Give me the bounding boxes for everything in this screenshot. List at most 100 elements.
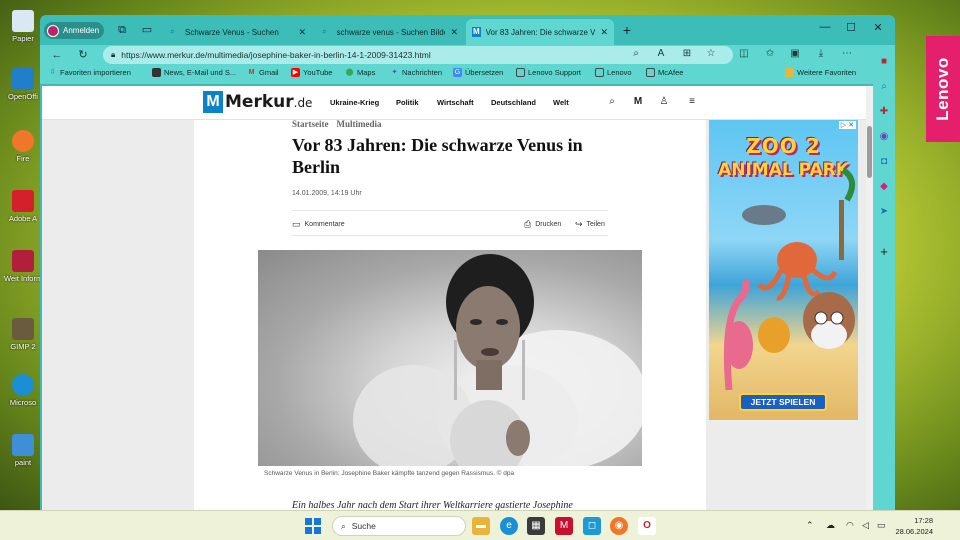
page-scrollbar[interactable] <box>866 86 873 510</box>
refresh-icon[interactable]: ↻ <box>76 48 90 62</box>
desktop-icon-microsoft-edge[interactable]: Microso <box>4 374 42 407</box>
store-icon[interactable]: ▦ <box>527 517 545 535</box>
desktop-icon-adobe[interactable]: Adobe A <box>4 190 42 223</box>
sidebar-send-icon[interactable]: ➤ <box>877 205 891 219</box>
tray-network-app-icon[interactable]: ☁ <box>826 520 835 531</box>
sidebar-add-icon[interactable]: + <box>877 245 891 259</box>
tab-merkur-article[interactable]: M Vor 83 Jahren: Die schwarze Venus ✕ <box>466 19 614 45</box>
sidebar-tools-icon[interactable]: ✚ <box>877 105 891 119</box>
site-header: M Merkur.de Ukraine-Krieg Politik Wirtsc… <box>42 86 866 120</box>
menu-item-politik[interactable]: Politik <box>396 98 419 107</box>
workspaces-icon[interactable]: ⧉ <box>115 23 129 37</box>
bookmark-item[interactable]: G Übersetzen <box>453 68 503 77</box>
search-icon: ⌕ <box>170 27 175 36</box>
back-icon[interactable]: ← <box>50 48 64 62</box>
taskbar-search[interactable]: ⌕ Suche <box>332 516 466 536</box>
volume-icon[interactable]: ◁ <box>862 520 869 531</box>
user-icon[interactable]: ♙ <box>658 96 670 107</box>
edge-taskbar-icon[interactable]: e <box>500 517 518 535</box>
collections-icon[interactable]: ▣ <box>788 48 802 59</box>
favorites-icon[interactable]: ✩ <box>763 48 777 59</box>
desktop-icon-recycle-bin[interactable]: Papier <box>4 10 42 43</box>
clock[interactable]: 17:28 28.06.2024 <box>893 515 933 537</box>
ad-cta-button[interactable]: JETZT SPIELEN <box>739 393 827 411</box>
search-icon[interactable]: ⌕ <box>606 96 618 107</box>
new-tab-icon[interactable]: + <box>620 23 634 37</box>
sidebar-games-icon[interactable]: ◉ <box>877 130 891 144</box>
tab-search-1[interactable]: ⌕ Schwarze Venus - Suchen ✕ <box>164 19 312 45</box>
comments-button[interactable]: ▭ Kommentare <box>292 219 345 230</box>
apps-icon[interactable]: ⊞ <box>680 48 694 59</box>
read-aloud-icon[interactable]: A <box>654 48 668 59</box>
tray-chevron-icon[interactable]: ⌃ <box>806 520 814 531</box>
breadcrumb-startseite[interactable]: Startseite <box>292 119 328 129</box>
more-menu-icon[interactable]: ⋯ <box>840 48 854 59</box>
favorite-star-icon[interactable]: ☆ <box>704 48 718 59</box>
bookmark-item[interactable]: Lenovo <box>595 68 632 77</box>
menu-item-deutschland[interactable]: Deutschland <box>491 98 536 107</box>
printer-icon: ⎙ <box>524 219 532 229</box>
sidebar-m365-icon[interactable]: ◆ <box>877 180 891 194</box>
desktop-icon-info[interactable]: Weit Informatio <box>4 250 42 283</box>
file-explorer-icon[interactable]: ▬ <box>472 517 490 535</box>
bookmark-item[interactable]: ⬤ Maps <box>345 68 376 77</box>
address-bar: ← ↻ 🔒︎ https://www.merkur.de/multimedia/… <box>40 45 895 65</box>
bookmark-item[interactable]: M Gmail <box>247 68 279 77</box>
news-icon: ✦ <box>391 69 398 76</box>
comment-icon: ▭ <box>292 219 301 229</box>
bookmark-item[interactable]: McAfee <box>646 68 683 77</box>
desktop-icon-openoffice[interactable]: OpenOffi <box>4 68 42 101</box>
desktop-icon-firefox[interactable]: Fire <box>4 130 42 163</box>
share-button[interactable]: ↪ Teilen <box>575 219 605 230</box>
close-icon[interactable]: ✕ <box>600 27 608 38</box>
merkur-logo[interactable]: M Merkur.de <box>203 91 312 113</box>
close-icon[interactable]: ✕ <box>450 27 458 38</box>
sidebar-outlook-icon[interactable]: ◘ <box>877 155 891 169</box>
clock-time: 17:28 <box>914 516 933 525</box>
minimize-icon[interactable]: — <box>817 21 833 33</box>
url-text: https://www.merkur.de/multimedia/josephi… <box>121 50 431 60</box>
desktop-icon-paint[interactable]: paint <box>4 434 42 467</box>
battery-icon[interactable]: ▭ <box>877 520 886 531</box>
desktop-icon-gimp[interactable]: GIMP 2 <box>4 318 42 351</box>
mcafee-icon[interactable]: M <box>555 517 573 535</box>
windows-start-icon[interactable] <box>305 518 321 534</box>
bookmark-item[interactable]: Lenovo Support <box>516 68 581 77</box>
scrollbar-thumb[interactable] <box>867 126 872 178</box>
breadcrumb-multimedia[interactable]: Multimedia <box>336 119 381 129</box>
close-window-icon[interactable]: ✕ <box>870 21 886 34</box>
firefox-taskbar-icon[interactable]: ◉ <box>610 517 628 535</box>
merkur-plus-icon[interactable]: M <box>632 96 644 107</box>
sidebar-gift-icon[interactable]: ■ <box>877 55 891 69</box>
translate-icon: G <box>453 68 462 77</box>
close-icon[interactable]: ✕ <box>298 27 306 38</box>
tab-actions-icon[interactable]: ▭ <box>140 23 154 37</box>
maximize-icon[interactable]: ☐ <box>843 21 859 34</box>
bookmarks-bar: ⇩ Favoriten importieren News, E-Mail und… <box>40 65 895 85</box>
downloads-icon[interactable]: ⤓ <box>814 48 828 59</box>
menu-item-wirtschaft[interactable]: Wirtschaft <box>437 98 474 107</box>
bookmark-item[interactable]: ✦ Nachrichten <box>390 68 442 77</box>
opera-icon[interactable]: O <box>638 517 656 535</box>
gimp-icon <box>12 318 34 340</box>
app-icon[interactable]: ◻ <box>583 517 601 535</box>
profile-button[interactable]: Anmelden <box>44 22 104 39</box>
menu-item-welt[interactable]: Welt <box>553 98 569 107</box>
article-photo <box>258 250 642 466</box>
menu-item-ukraine-krieg[interactable]: Ukraine-Krieg <box>330 98 379 107</box>
openoffice-icon <box>12 68 34 90</box>
wifi-icon[interactable]: ◠ <box>846 520 854 531</box>
bookmark-item[interactable]: ▶ YouTube <box>291 68 332 77</box>
hamburger-menu-icon[interactable]: ≡ <box>686 96 698 107</box>
print-button[interactable]: ⎙ Drucken <box>524 219 561 230</box>
split-screen-icon[interactable]: ◫ <box>737 48 751 59</box>
zoom-icon[interactable]: ⌕ <box>629 48 643 59</box>
adobe-icon <box>12 190 34 212</box>
sidebar-search-icon[interactable]: ⌕ <box>877 80 891 94</box>
bookmark-item[interactable]: ⇩ Favoriten importieren <box>48 68 131 77</box>
edge-sidebar: ■ ⌕ ✚ ◉ ◘ ◆ ➤ + <box>873 45 895 510</box>
bookmark-item[interactable]: News, E-Mail und S... <box>152 68 236 77</box>
other-favorites[interactable]: Weitere Favoriten <box>785 68 856 77</box>
tab-search-2[interactable]: ⌕ schwarze venus - Suchen Bilder ✕ <box>316 19 464 45</box>
advertisement-zoo2[interactable]: ▷ ✕ ZOO 2 ANIMAL PARK JETZT SPIELEN <box>709 120 858 420</box>
